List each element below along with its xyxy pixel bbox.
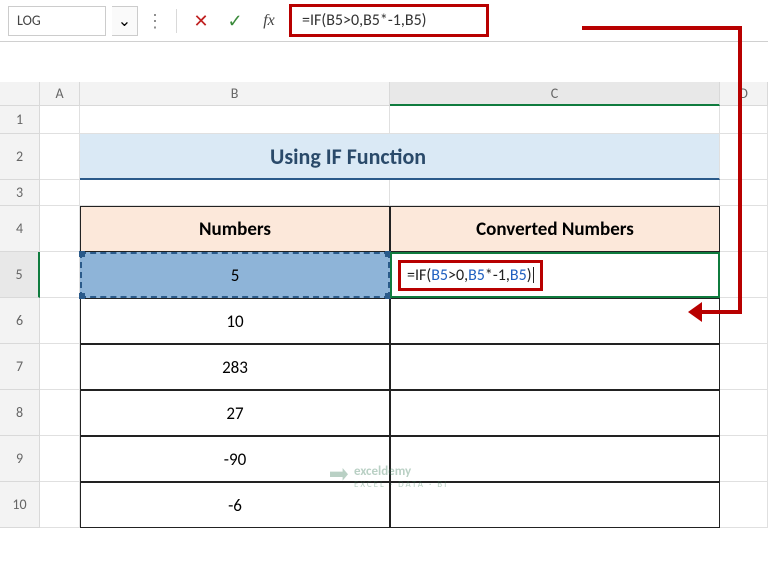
cell-a2[interactable] bbox=[40, 134, 80, 180]
row-header-9[interactable]: 9 bbox=[0, 436, 40, 482]
row-headers: 1 2 3 4 5 6 7 8 9 10 bbox=[0, 106, 40, 528]
formula-bar: LOG ⌄ ⋮ ✕ ✓ fx =IF(B5>0,B5*-1,B5) bbox=[0, 0, 768, 42]
cell-a8[interactable] bbox=[40, 390, 80, 436]
cell-a1[interactable] bbox=[40, 106, 80, 134]
cell-d9[interactable] bbox=[720, 436, 768, 482]
row-header-7[interactable]: 7 bbox=[0, 344, 40, 390]
cell-c7[interactable] bbox=[390, 344, 720, 390]
cell-b5-value: 5 bbox=[231, 265, 240, 286]
cell-b8[interactable]: 27 bbox=[80, 390, 390, 436]
cell-c5[interactable]: =IF(B5>0,B5*-1,B5) bbox=[390, 252, 720, 298]
cancel-icon: ✕ bbox=[193, 10, 208, 32]
cancel-button[interactable]: ✕ bbox=[187, 6, 215, 36]
text-cursor-icon bbox=[533, 267, 534, 283]
row-header-2[interactable]: 2 bbox=[0, 134, 40, 180]
cell-c10[interactable] bbox=[390, 482, 720, 528]
title-cell[interactable]: Using IF Function bbox=[390, 134, 720, 180]
cell-d3[interactable] bbox=[720, 180, 768, 206]
col-header-c[interactable]: C bbox=[390, 82, 720, 106]
col-header-b[interactable]: B bbox=[80, 82, 390, 106]
cell-b5[interactable]: 5 bbox=[80, 252, 390, 298]
cell-a3[interactable] bbox=[40, 180, 80, 206]
row-header-3[interactable]: 3 bbox=[0, 180, 40, 206]
row-header-5[interactable]: 5 bbox=[0, 252, 40, 298]
cell-d6[interactable] bbox=[720, 298, 768, 344]
row-header-1[interactable]: 1 bbox=[0, 106, 40, 134]
cell-c9[interactable] bbox=[390, 436, 720, 482]
cell-a5[interactable] bbox=[40, 252, 80, 298]
cell-b7[interactable]: 283 bbox=[80, 344, 390, 390]
cell-a7[interactable] bbox=[40, 344, 80, 390]
formula-input[interactable]: =IF(B5>0,B5*-1,B5) bbox=[289, 4, 489, 37]
name-box[interactable]: LOG bbox=[8, 6, 106, 36]
separator bbox=[176, 9, 177, 33]
cell-b3[interactable] bbox=[80, 180, 390, 206]
name-box-value: LOG bbox=[17, 12, 41, 29]
cell-d8[interactable] bbox=[720, 390, 768, 436]
row-header-6[interactable]: 6 bbox=[0, 298, 40, 344]
select-all[interactable] bbox=[0, 82, 40, 106]
col-header-d[interactable]: D bbox=[720, 82, 768, 106]
cell-b10[interactable]: -6 bbox=[80, 482, 390, 528]
cell-a4[interactable] bbox=[40, 206, 80, 252]
insert-function-button[interactable]: fx bbox=[255, 6, 283, 36]
chevron-down-icon: ⌄ bbox=[118, 11, 131, 31]
cell-a6[interactable] bbox=[40, 298, 80, 344]
check-icon: ✓ bbox=[227, 10, 242, 32]
row-header-4[interactable]: 4 bbox=[0, 206, 40, 252]
cell-d5[interactable] bbox=[720, 252, 768, 298]
cell-c5-formula: =IF(B5>0,B5*-1,B5) bbox=[398, 260, 543, 291]
row-header-8[interactable]: 8 bbox=[0, 390, 40, 436]
cell-c6[interactable] bbox=[390, 298, 720, 344]
cell-d10[interactable] bbox=[720, 482, 768, 528]
formula-text: =IF(B5>0,B5*-1,B5) bbox=[302, 11, 427, 30]
cell-b1[interactable] bbox=[80, 106, 390, 134]
name-box-dropdown[interactable]: ⌄ bbox=[112, 6, 138, 36]
cell-d4[interactable] bbox=[720, 206, 768, 252]
col-header-a[interactable]: A bbox=[40, 82, 80, 106]
header-numbers[interactable]: Numbers bbox=[80, 206, 390, 252]
header-converted[interactable]: Converted Numbers bbox=[390, 206, 720, 252]
page-title: Using IF Function bbox=[270, 143, 426, 170]
vdots-icon: ⋮ bbox=[144, 10, 166, 32]
fx-icon: fx bbox=[263, 12, 275, 30]
row-header-10[interactable]: 10 bbox=[0, 482, 40, 528]
cell-b6[interactable]: 10 bbox=[80, 298, 390, 344]
cell-d1[interactable] bbox=[720, 106, 768, 134]
cell-d2[interactable] bbox=[720, 134, 768, 180]
column-headers: A B C D bbox=[0, 82, 768, 106]
cell-a9[interactable] bbox=[40, 436, 80, 482]
cell-c8[interactable] bbox=[390, 390, 720, 436]
cell-b9[interactable]: -90 bbox=[80, 436, 390, 482]
worksheet: A B C D 1 2 3 4 5 6 7 8 9 10 Using IF Fu… bbox=[0, 82, 768, 528]
cell-c3[interactable] bbox=[390, 180, 720, 206]
cell-c1[interactable] bbox=[390, 106, 720, 134]
enter-button[interactable]: ✓ bbox=[221, 6, 249, 36]
cell-a10[interactable] bbox=[40, 482, 80, 528]
cell-d7[interactable] bbox=[720, 344, 768, 390]
